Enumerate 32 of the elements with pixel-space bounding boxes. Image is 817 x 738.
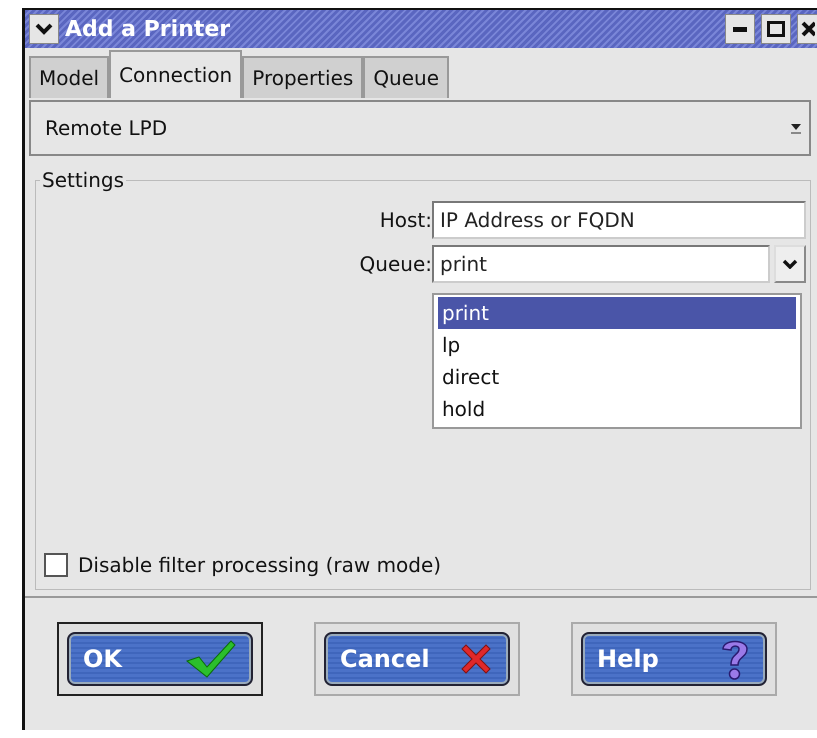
tab[interactable]: Properties	[242, 56, 364, 98]
maximize-icon	[767, 21, 785, 37]
window-menu-button[interactable]	[29, 14, 59, 44]
checkbox[interactable]	[44, 553, 68, 577]
cancel-button[interactable]: Cancel	[324, 632, 510, 686]
help-button[interactable]: Help	[581, 632, 767, 686]
dropdown-button[interactable]	[774, 245, 806, 283]
tab[interactable]: Connection	[109, 50, 242, 98]
host-field[interactable]: IP Address or FQDN	[432, 201, 806, 239]
minimize-icon	[733, 26, 747, 32]
queue-field[interactable]: print	[432, 245, 770, 283]
chevron-down-icon	[782, 259, 798, 269]
field-label: Queue:	[360, 252, 432, 276]
list-option[interactable]: direct	[438, 361, 796, 393]
tab[interactable]: Model	[29, 56, 110, 98]
minimize-button[interactable]	[725, 14, 755, 44]
tab[interactable]: Queue	[363, 56, 450, 98]
connection-type-dropdown[interactable]: Remote LPD	[29, 100, 811, 156]
list-option[interactable]: print	[438, 297, 796, 329]
checkmark-icon	[185, 639, 237, 679]
group-title: Settings	[41, 168, 126, 192]
ok-button[interactable]: OK	[67, 632, 253, 686]
maximize-button[interactable]	[761, 14, 791, 44]
list-option[interactable]: lp	[438, 329, 796, 361]
close-icon	[800, 21, 814, 37]
close-button[interactable]	[797, 14, 817, 44]
chevron-down-icon	[35, 23, 53, 35]
dropdown-arrow-icon	[789, 121, 803, 135]
list-option[interactable]: hold	[438, 393, 796, 425]
field-label: Host:	[380, 208, 432, 232]
checkbox-label: Disable filter processing (raw mode)	[78, 553, 442, 577]
window-title: Add a Printer	[65, 16, 232, 42]
